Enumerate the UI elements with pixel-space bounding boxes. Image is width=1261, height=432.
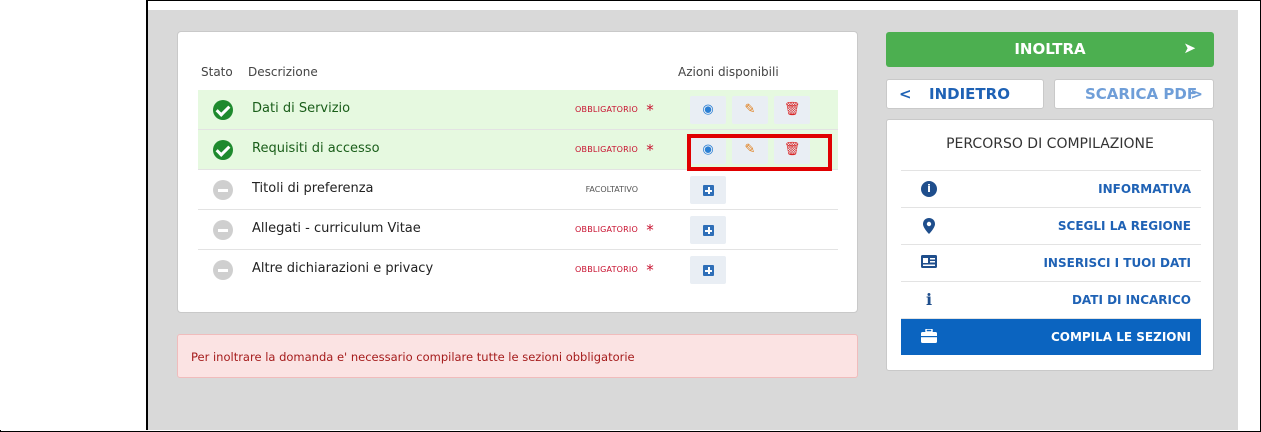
back-label: INDIETRO bbox=[929, 85, 1010, 103]
pencil-icon: ✎ bbox=[744, 102, 756, 117]
pdf-label: SCARICA PDF bbox=[1085, 85, 1198, 103]
add-icon bbox=[703, 185, 714, 196]
step-label: SCEGLI LA REGIONE bbox=[1057, 219, 1191, 233]
table-row: Altre dichiarazioni e privacy OBBLIGATOR… bbox=[198, 250, 838, 290]
section-label: Titoli di preferenza bbox=[252, 181, 374, 196]
percorso-panel: PERCORSO DI COMPILAZIONE i INFORMATIVA S… bbox=[886, 119, 1214, 371]
chevron-left-icon: < bbox=[899, 85, 912, 103]
required-badge: OBBLIGATORIO * bbox=[575, 261, 654, 279]
step-label: DATI DI INCARICO bbox=[1071, 293, 1191, 307]
edit-button[interactable]: ✎ bbox=[732, 96, 768, 124]
add-icon bbox=[703, 265, 714, 276]
step-label: INFORMATIVA bbox=[1098, 182, 1191, 196]
check-icon bbox=[213, 140, 233, 160]
chevron-right-icon: > bbox=[1190, 85, 1203, 103]
left-column bbox=[0, 0, 148, 430]
step-compila[interactable]: COMPILA LE SEZIONI bbox=[901, 318, 1201, 355]
step-informativa[interactable]: i INFORMATIVA bbox=[901, 170, 1201, 207]
eye-icon: ◉ bbox=[702, 102, 714, 117]
highlight-box bbox=[687, 134, 832, 171]
required-badge: OBBLIGATORIO * bbox=[575, 141, 654, 159]
map-marker-icon bbox=[921, 218, 937, 234]
inoltra-button[interactable]: INOLTRA ➤ bbox=[886, 32, 1214, 67]
header-descrizione: Descrizione bbox=[248, 65, 318, 79]
add-icon bbox=[703, 225, 714, 236]
add-button[interactable] bbox=[690, 176, 726, 204]
back-button[interactable]: < INDIETRO bbox=[886, 79, 1044, 109]
step-dati[interactable]: INSERISCI I TUOI DATI bbox=[901, 244, 1201, 281]
check-icon bbox=[213, 100, 233, 120]
table-row: Allegati - curriculum Vitae OBBLIGATORIO… bbox=[198, 210, 838, 250]
percorso-title: PERCORSO DI COMPILAZIONE bbox=[946, 136, 1154, 152]
step-regione[interactable]: SCEGLI LA REGIONE bbox=[901, 207, 1201, 244]
header-stato: Stato bbox=[201, 65, 233, 79]
alert-message: Per inoltrare la domanda e' necessario c… bbox=[191, 350, 635, 364]
step-incarico[interactable]: i DATI DI INCARICO bbox=[901, 281, 1201, 318]
required-badge: OBBLIGATORIO * bbox=[575, 101, 654, 119]
delete-button[interactable]: 🗑 bbox=[774, 96, 810, 124]
pending-icon bbox=[213, 220, 233, 240]
section-label: Altre dichiarazioni e privacy bbox=[252, 261, 434, 276]
optional-badge: FACOLTATIVO bbox=[585, 185, 638, 194]
add-button[interactable] bbox=[690, 216, 726, 244]
section-label: Dati di Servizio bbox=[252, 101, 351, 116]
trash-icon: 🗑 bbox=[783, 102, 801, 117]
send-icon: ➤ bbox=[1183, 39, 1196, 57]
step-label: COMPILA LE SEZIONI bbox=[1050, 330, 1191, 344]
sections-card: Stato Descrizione Azioni disponibili Dat… bbox=[177, 31, 858, 313]
table-row: Dati di Servizio OBBLIGATORIO * ◉ ✎ 🗑 bbox=[198, 90, 838, 130]
view-button[interactable]: ◉ bbox=[690, 96, 726, 124]
add-button[interactable] bbox=[690, 256, 726, 284]
header-azioni: Azioni disponibili bbox=[678, 65, 779, 79]
info-circle-icon: i bbox=[921, 181, 937, 197]
info-icon: i bbox=[925, 290, 933, 309]
briefcase-icon bbox=[921, 328, 937, 345]
pending-icon bbox=[213, 180, 233, 200]
id-card-icon bbox=[921, 255, 937, 271]
required-badge: OBBLIGATORIO * bbox=[575, 221, 654, 239]
step-label: INSERISCI I TUOI DATI bbox=[1043, 256, 1191, 270]
inoltra-label: INOLTRA bbox=[1014, 40, 1086, 58]
pending-icon bbox=[213, 260, 233, 280]
download-pdf-button[interactable]: SCARICA PDF > bbox=[1054, 79, 1214, 109]
table-row: Titoli di preferenza FACOLTATIVO bbox=[198, 170, 838, 210]
alert-box: Per inoltrare la domanda e' necessario c… bbox=[177, 334, 858, 378]
section-label: Requisiti di accesso bbox=[252, 141, 380, 156]
section-label: Allegati - curriculum Vitae bbox=[252, 221, 421, 236]
